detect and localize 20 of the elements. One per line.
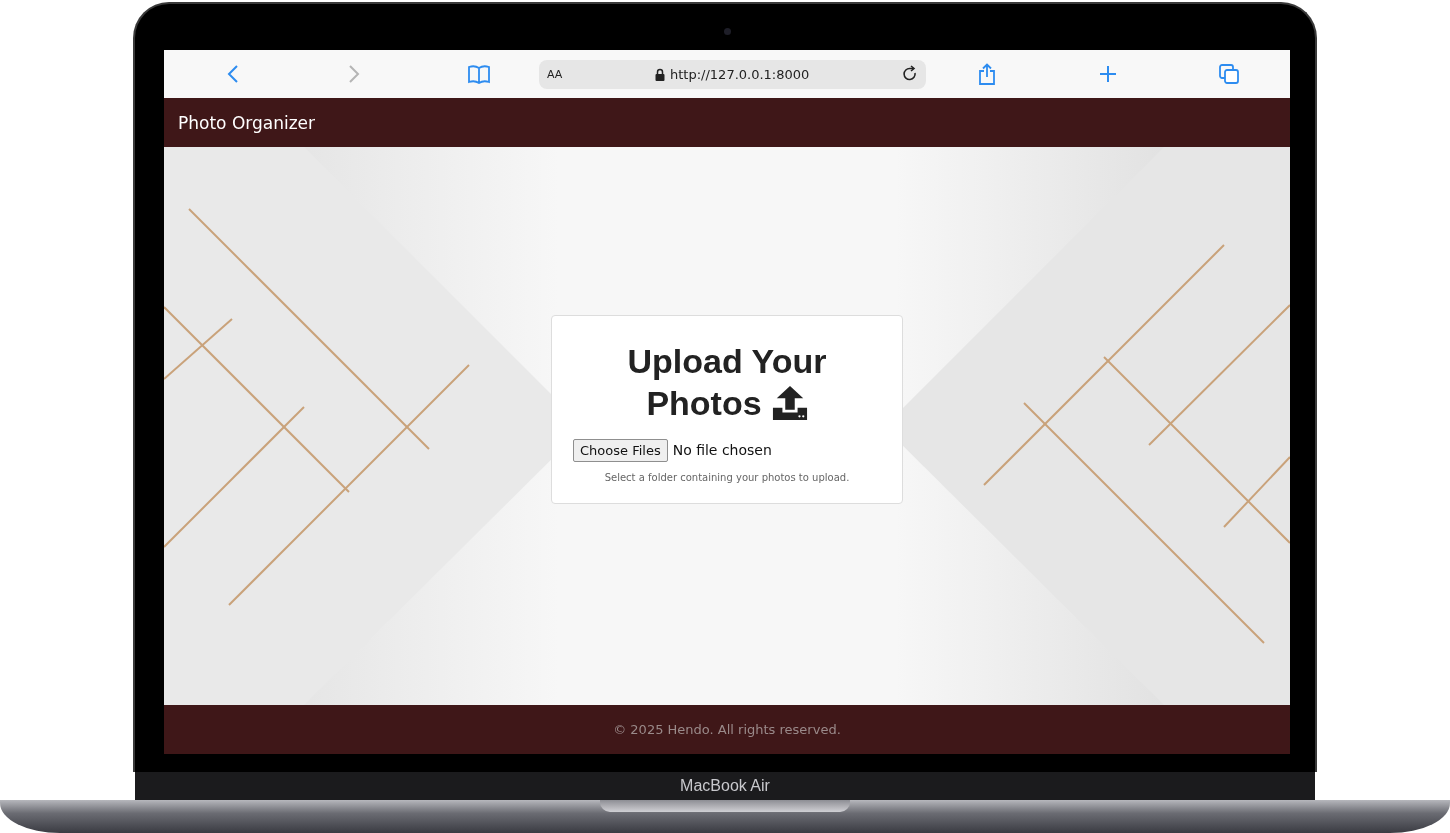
plus-icon[interactable] [1099,65,1117,83]
choose-files-button[interactable]: Choose Files [573,438,668,462]
upload-title-line: Photos [646,383,762,424]
book-icon[interactable] [467,64,491,84]
address-bar[interactable]: AA http://127.0.0.1:8000 [539,59,926,89]
tabs-icon[interactable] [1219,64,1239,84]
reload-icon[interactable] [902,65,918,83]
reader-label[interactable]: AA [547,67,563,81]
brand-title[interactable]: Photo Organizer [178,112,316,133]
upload-icon [771,385,808,422]
share-icon[interactable] [978,63,996,85]
copyright-text: © 2025 Hendo. All rights reserved. [613,722,841,737]
device-label: MacBook Air [680,777,770,795]
url-text: http://127.0.0.1:8000 [670,66,810,82]
back-chevron-icon[interactable] [227,64,239,84]
upload-title-line: Upload Your [627,340,827,382]
camera-icon [724,28,731,35]
file-status: No file chosen [672,442,772,458]
help-text: Select a folder containing your photos to upload. [604,471,850,483]
lock-icon [655,67,665,81]
